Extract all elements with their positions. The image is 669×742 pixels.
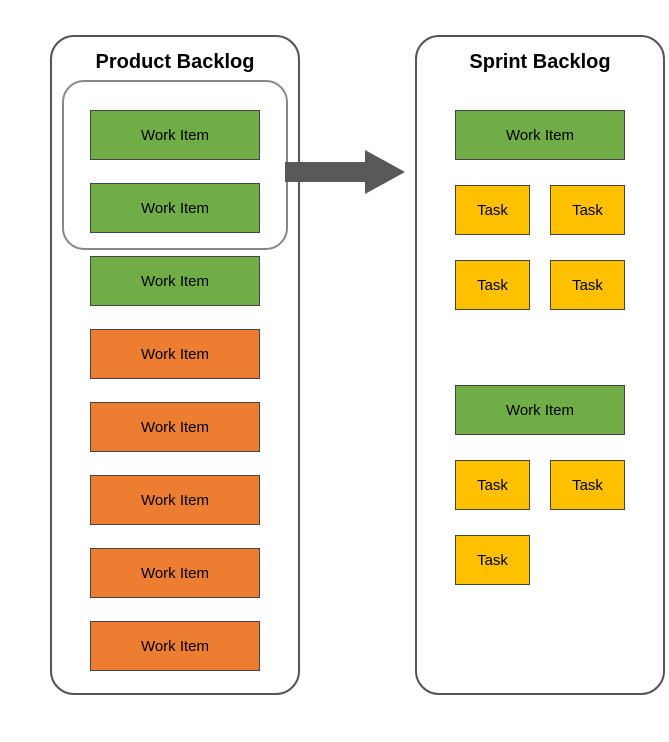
task-item: Task bbox=[550, 460, 625, 510]
task-item: Task bbox=[455, 460, 530, 510]
task-item: Task bbox=[455, 260, 530, 310]
work-item: Work Item bbox=[90, 329, 260, 379]
diagram-canvas: Product Backlog Work Item Work Item Work… bbox=[20, 20, 669, 722]
arrow-icon bbox=[285, 150, 405, 194]
task-item: Task bbox=[550, 260, 625, 310]
sprint-work-item: Work Item bbox=[455, 110, 625, 160]
task-item: Task bbox=[550, 185, 625, 235]
work-item: Work Item bbox=[90, 621, 260, 671]
work-item: Work Item bbox=[90, 183, 260, 233]
work-item: Work Item bbox=[90, 110, 260, 160]
work-item: Work Item bbox=[90, 475, 260, 525]
work-item: Work Item bbox=[90, 256, 260, 306]
product-backlog-title: Product Backlog bbox=[52, 51, 298, 74]
work-item: Work Item bbox=[90, 402, 260, 452]
sprint-work-item: Work Item bbox=[455, 385, 625, 435]
work-item: Work Item bbox=[90, 548, 260, 598]
task-item: Task bbox=[455, 185, 530, 235]
task-item: Task bbox=[455, 535, 530, 585]
sprint-backlog-title: Sprint Backlog bbox=[417, 51, 663, 74]
